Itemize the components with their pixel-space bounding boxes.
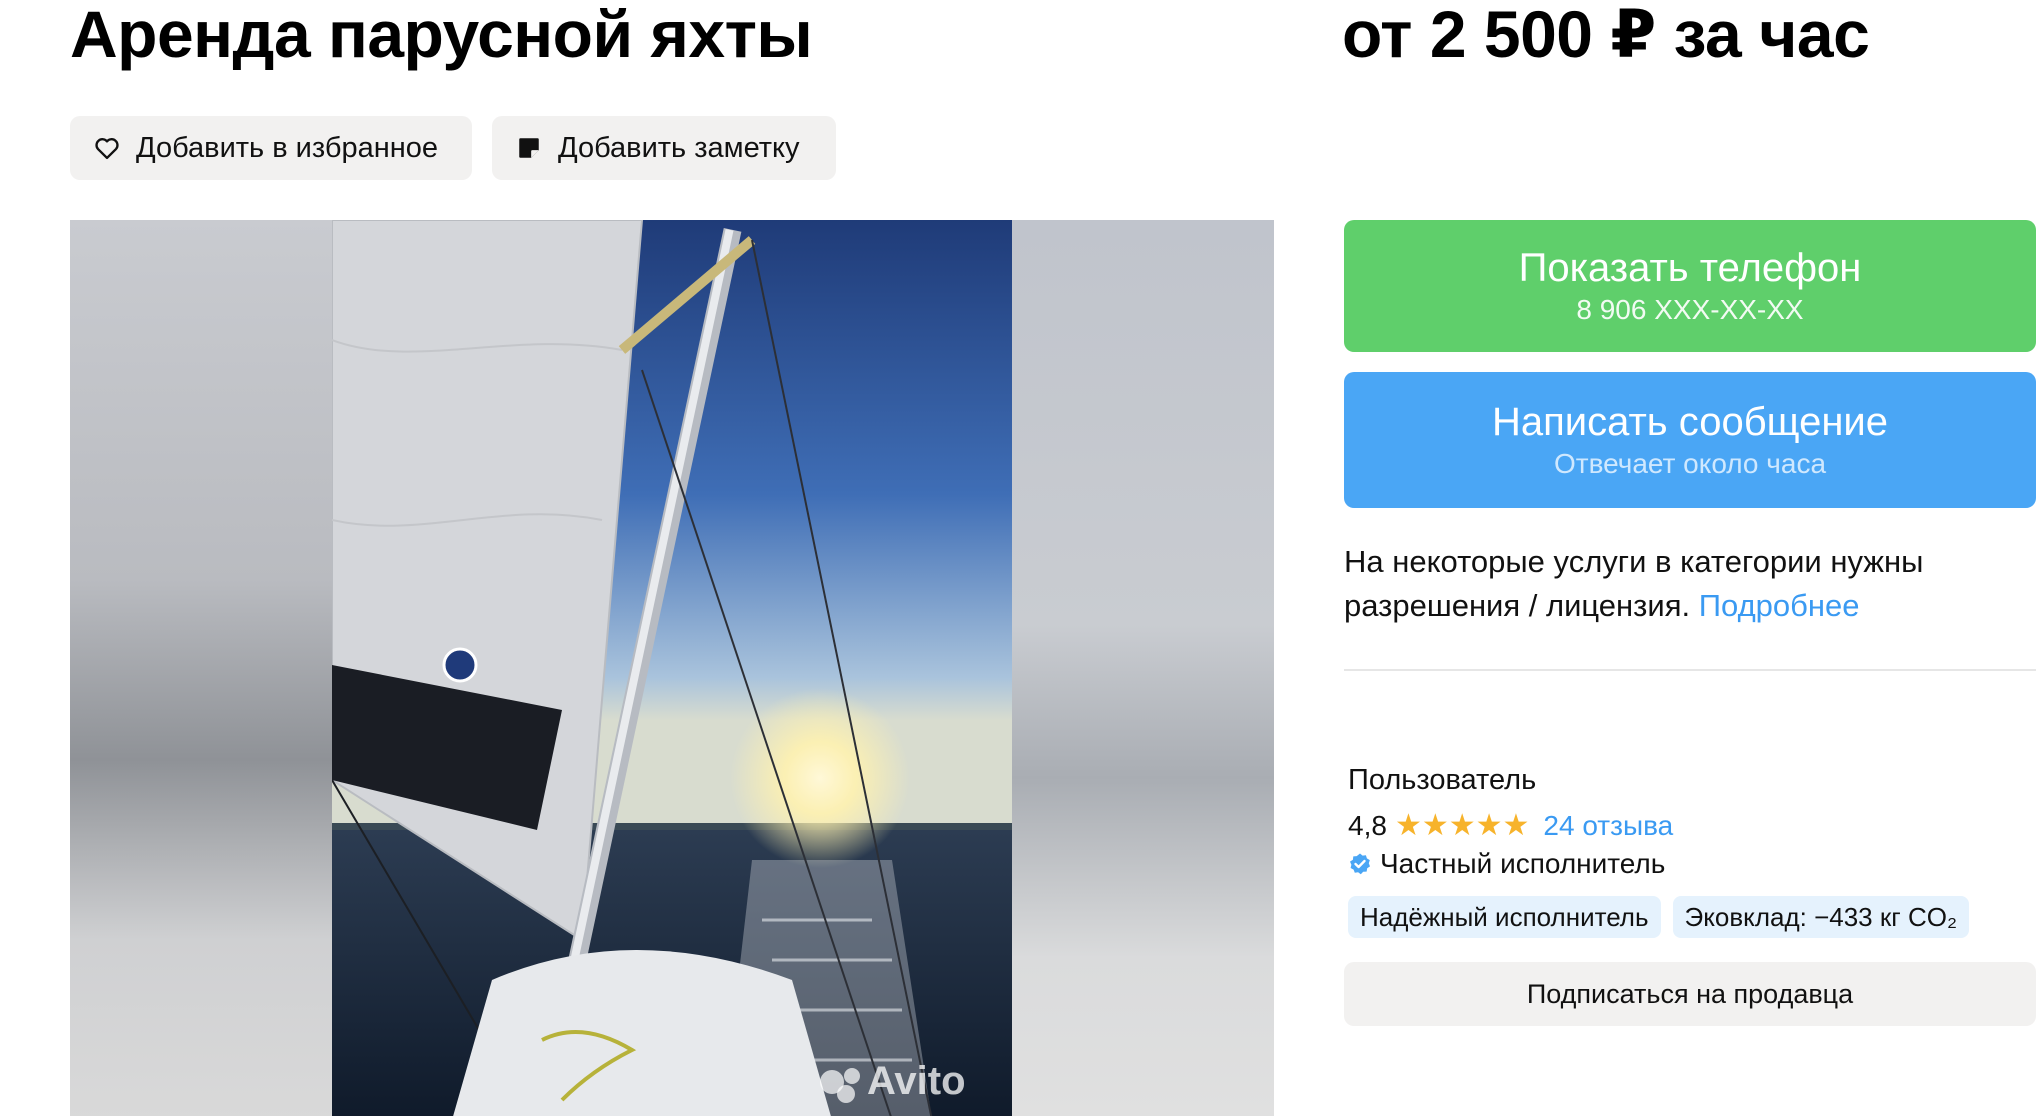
- license-notice: На некоторые услуги в категории нужны ра…: [1344, 540, 2036, 628]
- write-message-button[interactable]: Написать сообщение Отвечает около часа: [1344, 372, 2036, 508]
- listing-photo[interactable]: Avito: [332, 220, 1012, 1116]
- license-more-link[interactable]: Подробнее: [1699, 588, 1860, 623]
- phone-masked: 8 906 XXX-XX-XX: [1576, 294, 1804, 325]
- add-note-label: Добавить заметку: [558, 131, 800, 164]
- seller-rating: 4,8 ★★★★★ 24 отзыва: [1348, 808, 1673, 843]
- eco-contribution-badge[interactable]: Эковклад: −433 кг CO₂: [1672, 896, 1970, 938]
- seller-type: Частный исполнитель: [1348, 848, 1665, 880]
- response-time: Отвечает около часа: [1553, 448, 1827, 479]
- verified-check-icon: [1348, 852, 1372, 876]
- rating-value: 4,8: [1348, 809, 1387, 841]
- avito-watermark-text: Avito: [867, 1059, 966, 1103]
- seller-tags: Надёжный исполнитель Эковклад: −433 кг C…: [1348, 896, 1970, 938]
- show-phone-button[interactable]: Показать телефон 8 906 XXX-XX-XX: [1344, 220, 2036, 352]
- note-icon: [514, 133, 544, 163]
- seller-type-label: Частный исполнитель: [1380, 848, 1666, 879]
- add-note-button[interactable]: Добавить заметку: [492, 116, 836, 180]
- listing-price: от 2 500 ₽ за час: [1342, 0, 1870, 71]
- write-message-label: Написать сообщение: [1491, 400, 1888, 444]
- divider: [1344, 669, 2036, 671]
- photo-gallery[interactable]: Avito: [70, 220, 1274, 1116]
- heart-outline-icon: [92, 133, 122, 163]
- add-to-favorites-label: Добавить в избранное: [136, 131, 439, 164]
- sailing-yacht-photo: Avito: [332, 220, 1012, 1116]
- subscribe-seller-button[interactable]: Подписаться на продавца: [1344, 962, 2036, 1026]
- listing-title: Аренда парусной яхты: [70, 0, 813, 71]
- seller-name[interactable]: Пользователь: [1348, 764, 1536, 797]
- show-phone-label: Показать телефон: [1518, 246, 1862, 290]
- listing-page: Аренда парусной яхты от 2 500 ₽ за час Д…: [0, 0, 2040, 1116]
- rating-stars: ★★★★★: [1394, 809, 1530, 842]
- gallery-blur-left: [70, 220, 332, 1116]
- gallery-blur-right: [1012, 220, 1274, 1116]
- add-to-favorites-button[interactable]: Добавить в избранное: [70, 116, 472, 180]
- reviews-link[interactable]: 24 отзыва: [1543, 810, 1673, 842]
- reliable-badge[interactable]: Надёжный исполнитель: [1348, 896, 1661, 938]
